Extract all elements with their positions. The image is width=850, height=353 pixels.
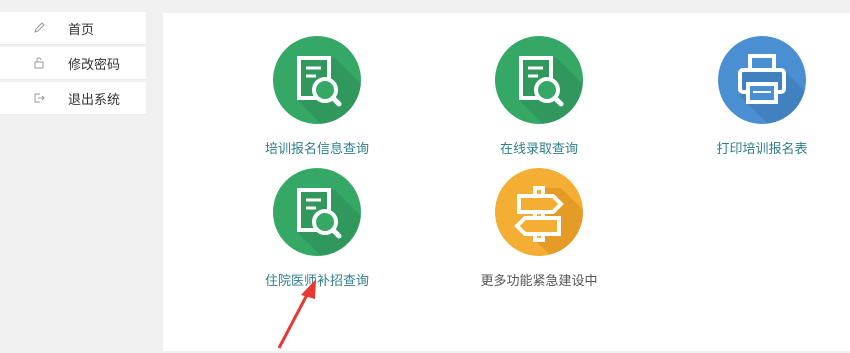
tile-training-registration-query[interactable]: 培训报名信息查询: [237, 36, 397, 157]
main-panel: 培训报名信息查询 在线录取查询 打印培训报名表 住院医师补招查询 更多功能紧急建…: [163, 13, 850, 351]
signpost-icon: [514, 186, 583, 256]
tile-icon-circle: [273, 36, 361, 124]
pencil-icon: [30, 19, 48, 37]
tile-resident-supplementary-recruitment-query[interactable]: 住院医师补招查询: [237, 168, 397, 289]
lock-icon: [30, 54, 48, 72]
document-search-icon: [297, 188, 361, 256]
top-bar: [0, 0, 850, 8]
printer-icon: [738, 54, 806, 124]
sidebar-item-label: 退出系统: [68, 92, 121, 108]
sidebar-item-label: 修改密码: [68, 57, 121, 73]
sidebar-item-home[interactable]: 首页: [0, 12, 146, 45]
tile-icon-circle: [495, 168, 583, 256]
tile-icon-circle: [718, 36, 806, 124]
sidebar-item-change-password[interactable]: 修改密码: [0, 47, 146, 80]
tile-label: 培训报名信息查询: [264, 142, 369, 157]
tile-icon-circle: [495, 36, 583, 124]
tile-print-registration-form[interactable]: 打印培训报名表: [682, 36, 842, 157]
sidebar-item-label: 首页: [68, 22, 95, 38]
tile-label: 更多功能紧急建设中: [480, 274, 598, 289]
tile-label: 打印培训报名表: [716, 142, 808, 157]
tile-online-admission-query[interactable]: 在线录取查询: [459, 36, 619, 157]
sidebar-item-logout[interactable]: 退出系统: [0, 82, 146, 115]
tile-more-features-coming[interactable]: 更多功能紧急建设中: [459, 168, 619, 289]
tile-icon-circle: [273, 168, 361, 256]
tile-label: 在线录取查询: [499, 142, 578, 157]
document-search-icon: [297, 56, 361, 124]
document-search-icon: [519, 56, 583, 124]
logout-icon: [30, 89, 48, 107]
sidebar-menu: 首页 修改密码 退出系统: [0, 12, 146, 351]
annotation-arrow: [277, 279, 316, 349]
